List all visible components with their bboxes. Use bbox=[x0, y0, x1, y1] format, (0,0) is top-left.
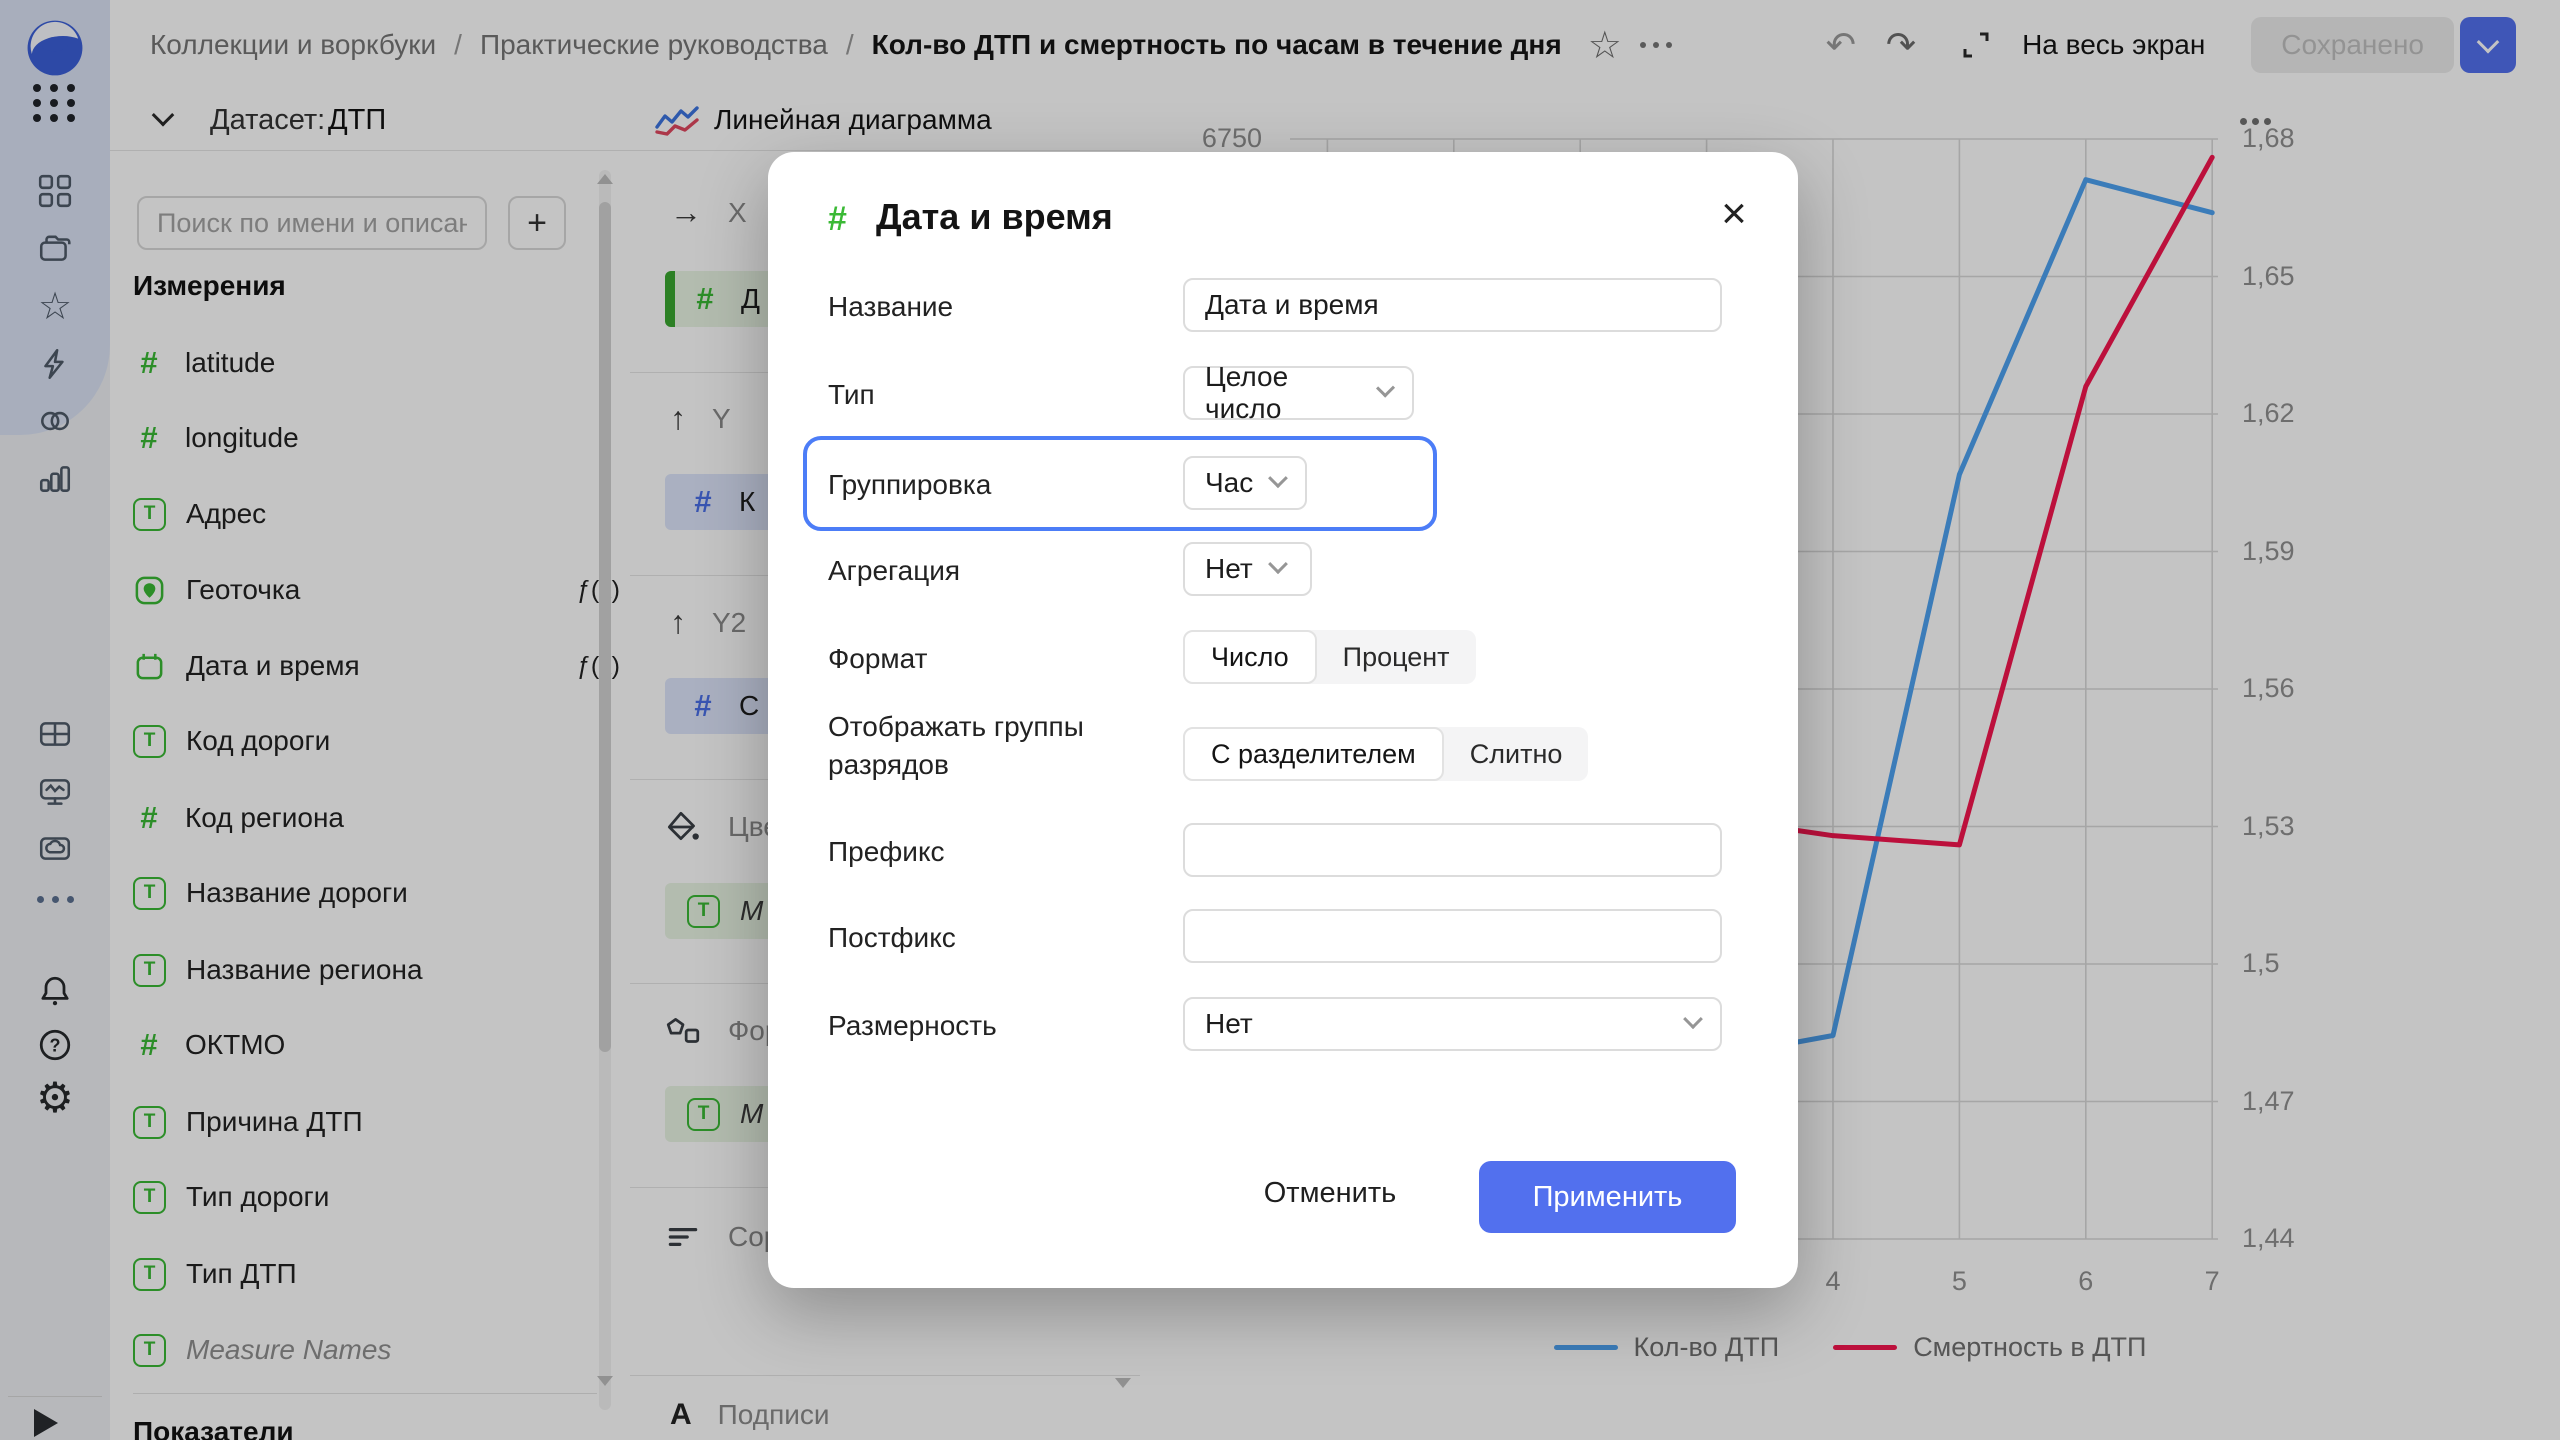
number-field-icon: # bbox=[828, 200, 847, 238]
dimension-label: Размерность bbox=[828, 1010, 997, 1041]
aggregation-value: Нет bbox=[1205, 553, 1253, 584]
format-segmented: Число Процент bbox=[1183, 630, 1476, 684]
dialog-title: Дата и время bbox=[876, 196, 1113, 237]
dimension-value: Нет bbox=[1205, 1008, 1253, 1039]
chevron-down-icon bbox=[1375, 378, 1396, 398]
format-option-number[interactable]: Число bbox=[1183, 630, 1317, 684]
prefix-field[interactable] bbox=[1183, 823, 1722, 877]
type-select[interactable]: Целое число bbox=[1183, 361, 1414, 424]
dimension-select[interactable]: Нет bbox=[1183, 997, 1722, 1051]
chevron-down-icon bbox=[1267, 554, 1288, 575]
digit-groups-label-line2: разрядов bbox=[828, 749, 949, 780]
grouping-value: Час bbox=[1205, 467, 1254, 498]
name-label: Название bbox=[828, 291, 954, 322]
postfix-field[interactable] bbox=[1183, 909, 1722, 963]
prefix-label: Префикс bbox=[828, 836, 945, 867]
digit-groups-option-separator[interactable]: С разделителем bbox=[1183, 727, 1444, 781]
digit-groups-label: Отображать группы разрядов bbox=[828, 708, 1084, 784]
field-settings-dialog: # Дата и время × Название Тип Целое числ… bbox=[768, 152, 1798, 1288]
format-option-percent[interactable]: Процент bbox=[1317, 630, 1476, 684]
datalens-wizard-window: ☆ ? ⚙ Коллекции и воркбуки / Практически… bbox=[0, 0, 2560, 1440]
digit-groups-label-line1: Отображать группы bbox=[828, 711, 1084, 742]
type-label: Тип bbox=[828, 379, 875, 410]
digit-groups-segmented: С разделителем Слитно bbox=[1183, 727, 1589, 781]
postfix-label: Постфикс bbox=[828, 922, 956, 953]
digit-groups-option-joined[interactable]: Слитно bbox=[1444, 727, 1589, 781]
name-field[interactable] bbox=[1183, 278, 1722, 332]
chevron-down-ic bbox=[1268, 468, 1288, 488]
aggregation-label: Агрегация bbox=[828, 555, 961, 586]
grouping-label: Группировка bbox=[828, 469, 992, 500]
cancel-button[interactable]: Отменить bbox=[1240, 1164, 1420, 1222]
format-label: Формат bbox=[828, 643, 928, 674]
close-icon[interactable]: × bbox=[1706, 186, 1762, 242]
chevron-down-icon bbox=[1683, 1009, 1703, 1030]
grouping-select[interactable]: Час bbox=[1183, 456, 1307, 510]
apply-button[interactable]: Применить bbox=[1479, 1161, 1736, 1233]
aggregation-select[interactable]: Нет bbox=[1183, 542, 1312, 596]
type-value: Целое число bbox=[1205, 361, 1289, 424]
